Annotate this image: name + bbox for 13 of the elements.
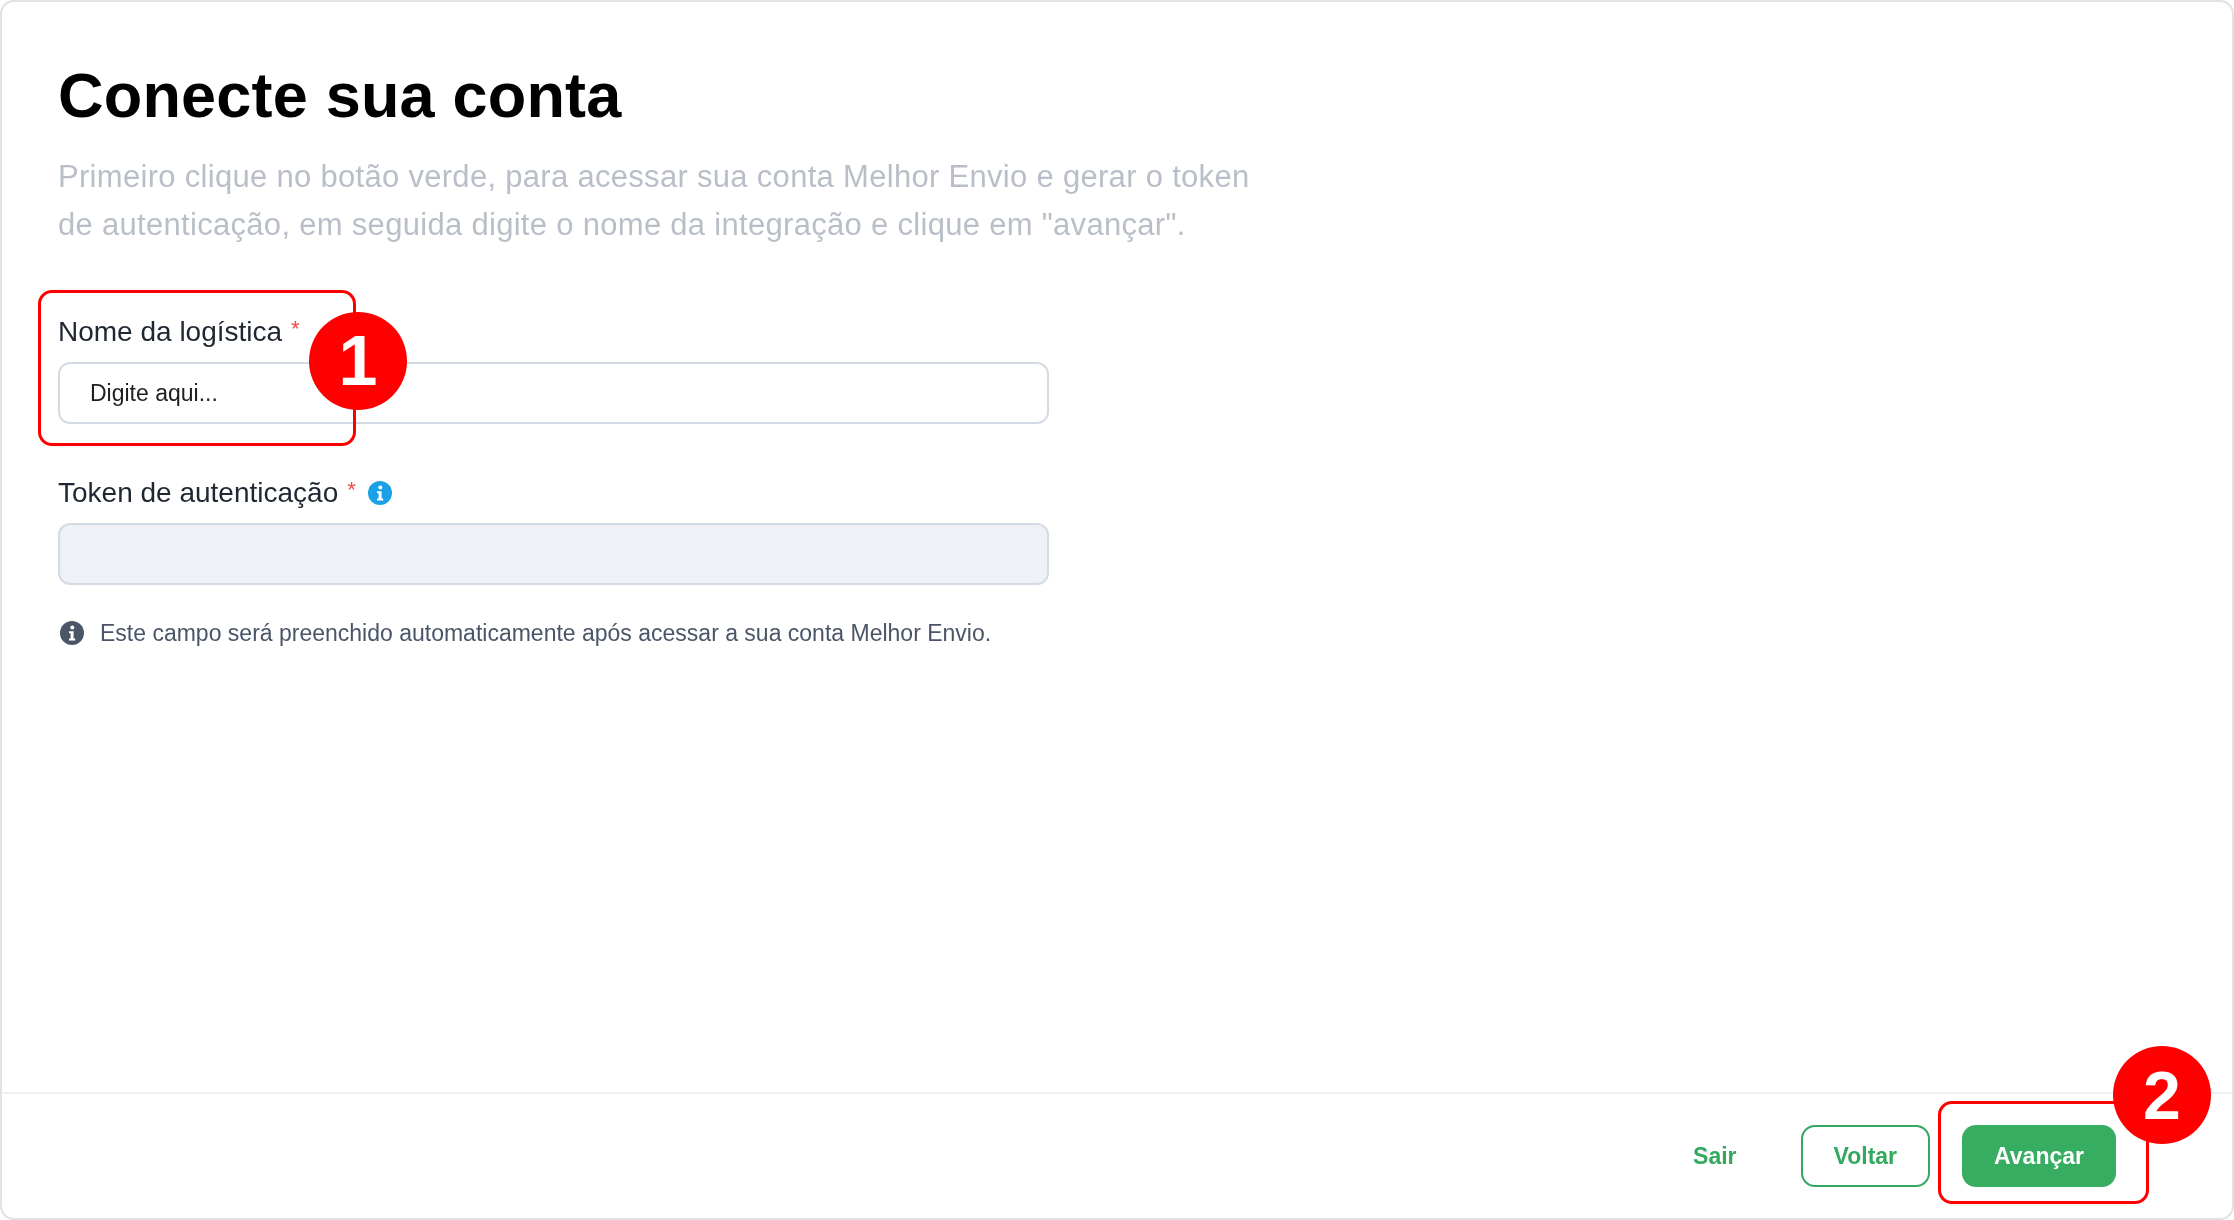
step-marker: 1	[309, 312, 407, 410]
description-text: Primeiro clique no botão verde, para acessar sua conta Melhor Envio e gerar o token de autenticação, em seguida digite o nome da integração e clique em "avançar".	[58, 158, 1251, 244]
required-mark: *	[347, 479, 356, 501]
info-icon	[60, 621, 84, 645]
hint-text: Este campo será preenchido automaticamente após acessar a sua conta Melhor Envio.	[100, 619, 992, 648]
page-title: Conecte sua conta	[58, 64, 622, 127]
field-label: Token de autenticação	[58, 476, 339, 510]
step-marker: 2	[2113, 1046, 2211, 1144]
required-mark: *	[291, 318, 300, 340]
exit-link[interactable]: Sair	[1677, 1125, 1753, 1187]
next-button[interactable]: Avançar	[1962, 1125, 2116, 1187]
field-label: Nome da logística	[58, 315, 283, 349]
back-button[interactable]: Voltar	[1800, 1125, 1931, 1187]
